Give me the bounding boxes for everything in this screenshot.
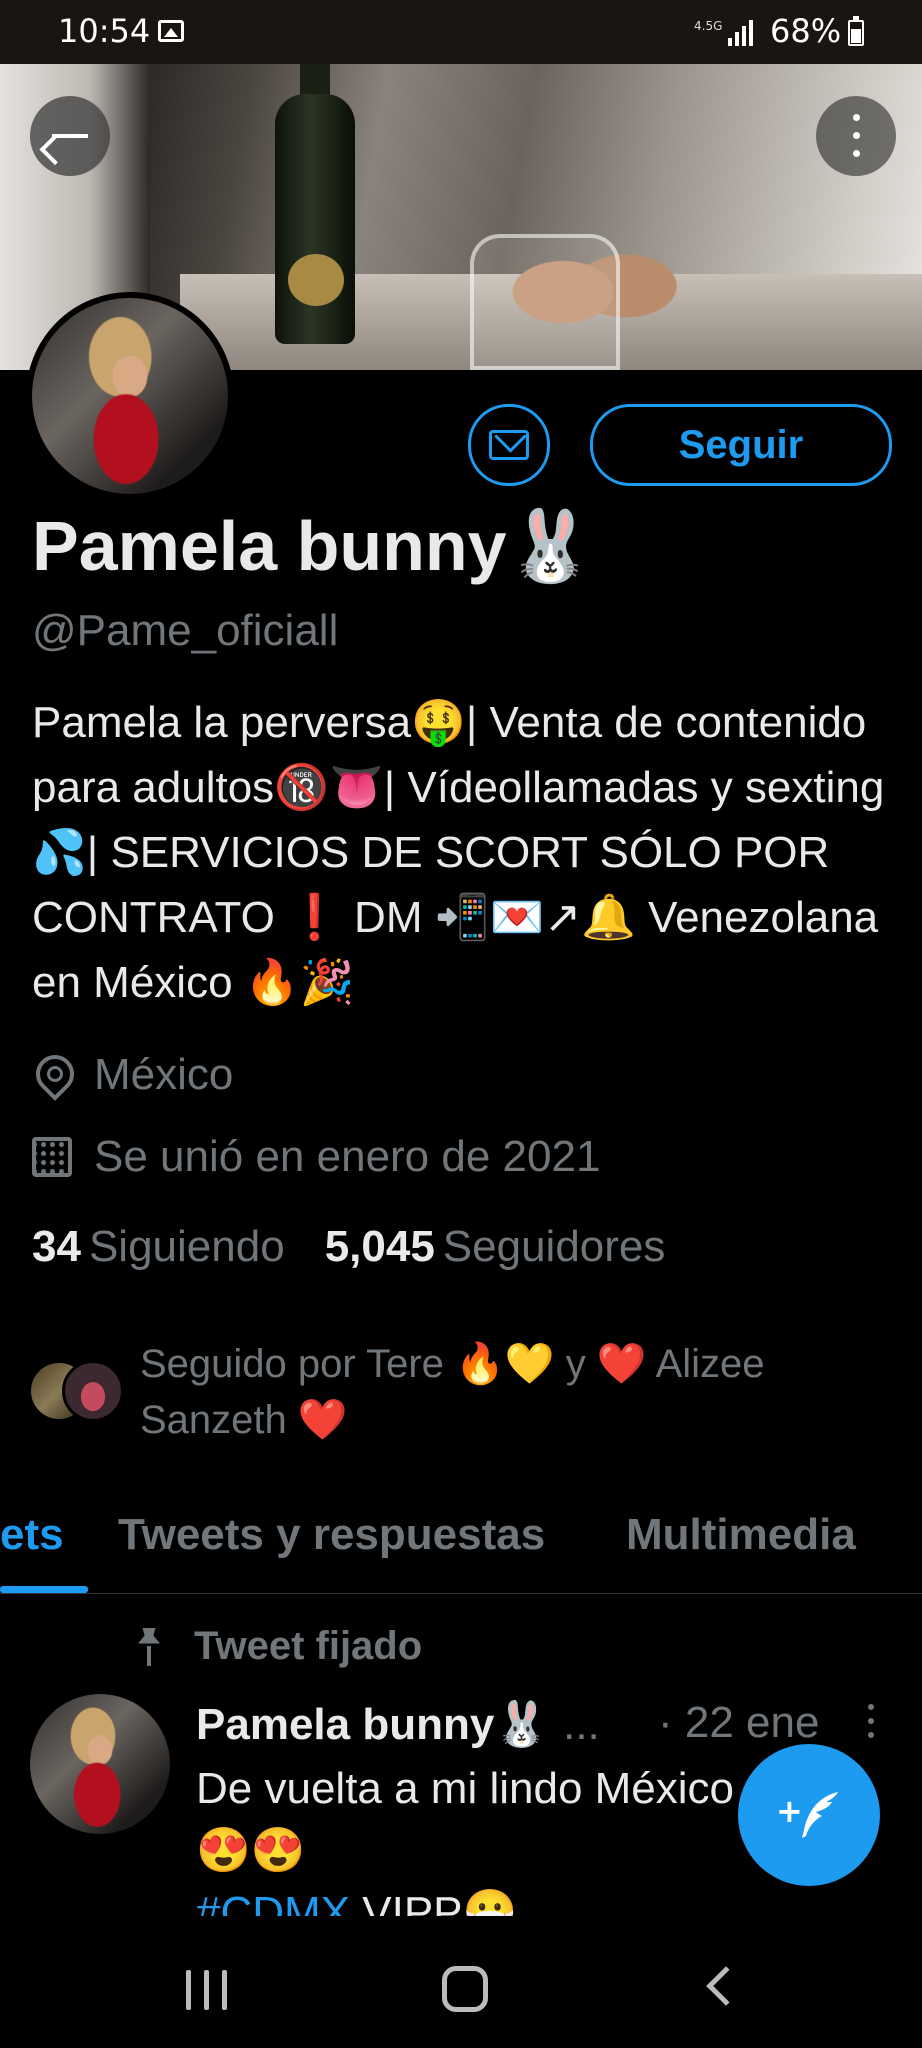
profile-bio: Pamela la perversa🤑| Venta de contenido … <box>32 698 885 1007</box>
profile-name: Pamela bunny🐰 <box>32 507 594 585</box>
mail-icon <box>489 430 529 460</box>
profile-handle: @Pame_oficiall <box>32 606 339 655</box>
signal-icon <box>728 18 756 46</box>
back-button[interactable] <box>30 96 110 176</box>
banner-bottle-label <box>288 254 344 306</box>
follow-stats: 34 Siguiendo 5,045 Seguidores <box>32 1222 665 1272</box>
follow-button[interactable]: Seguir <box>590 404 892 486</box>
pinned-label-text: Tweet fijado <box>194 1624 423 1668</box>
followers-count: 5,045 <box>324 1222 435 1271</box>
pushpin-icon <box>134 1628 164 1666</box>
recent-apps-button[interactable] <box>186 1970 230 2010</box>
system-navigation-bar <box>0 1936 922 2048</box>
tab-tweets[interactable]: ets <box>0 1510 64 1560</box>
system-back-button[interactable] <box>706 1966 746 2006</box>
location-text: México <box>94 1050 234 1099</box>
joined-text: Se unió en enero de 2021 <box>94 1132 601 1181</box>
calendar-icon <box>32 1137 72 1177</box>
compose-tweet-button[interactable]: + <box>738 1744 880 1886</box>
profile-tabs: ets Tweets y respuestas Multimedia <box>0 1490 922 1594</box>
followed-by-text[interactable]: Seguido por Tere 🔥💛 y ❤️ Alizee Sanzeth … <box>140 1336 840 1448</box>
followers-link[interactable]: 5,045 Seguidores <box>325 1222 666 1272</box>
active-tab-indicator <box>0 1586 88 1593</box>
network-type-label: 4.5G <box>694 19 723 33</box>
tweet-header: Pamela bunny🐰... · 22 ene <box>196 1698 896 1750</box>
battery-percentage: 68% <box>770 12 842 50</box>
banner-glass <box>470 234 620 370</box>
content-clip <box>0 1916 922 1936</box>
battery-icon <box>848 16 864 46</box>
more-options-button[interactable] <box>816 96 896 176</box>
profile-joined: Se unió en enero de 2021 <box>32 1132 600 1182</box>
location-pin-icon <box>32 1055 72 1095</box>
status-time: 10:54 <box>58 12 151 50</box>
profile-avatar[interactable] <box>26 292 234 500</box>
followers-label: Seguidores <box>442 1222 666 1271</box>
status-bar: 10:54 4.5G 68% <box>0 0 922 64</box>
following-label: Siguiendo <box>88 1222 285 1271</box>
tweet-author-name[interactable]: Pamela bunny🐰 <box>196 1700 549 1749</box>
following-link[interactable]: 34 Siguiendo <box>32 1222 285 1272</box>
tweet-more-button[interactable] <box>868 1704 876 1740</box>
tab-media[interactable]: Multimedia <box>626 1510 856 1560</box>
message-button[interactable] <box>468 404 550 486</box>
follower-avatar <box>62 1360 124 1422</box>
followed-by-avatars[interactable] <box>28 1360 128 1424</box>
tweet-name-ellipsis: ... <box>563 1700 600 1749</box>
tab-tweets-and-replies[interactable]: Tweets y respuestas <box>118 1510 545 1560</box>
profile-location: México <box>32 1050 233 1100</box>
home-button[interactable] <box>442 1966 488 2012</box>
tweet-author-avatar[interactable] <box>30 1694 170 1834</box>
arrow-left-icon <box>52 134 88 138</box>
pinned-tweet-label: Tweet fijado <box>134 1624 422 1669</box>
banner-bottle <box>275 94 355 344</box>
tweet-date[interactable]: · 22 ene <box>658 1698 819 1748</box>
feather-icon <box>802 1792 838 1838</box>
following-count: 34 <box>32 1222 81 1271</box>
gallery-notification-icon <box>158 20 184 42</box>
